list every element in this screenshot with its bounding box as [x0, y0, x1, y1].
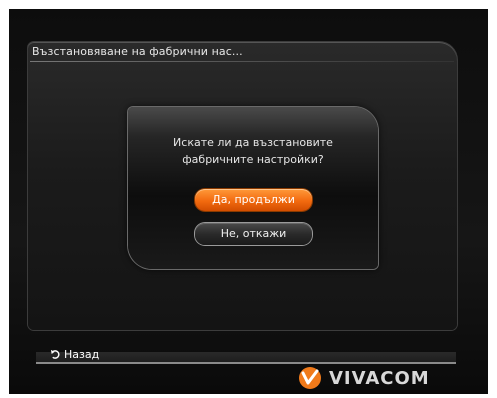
dialog-message-line2: фабричните настройки?: [182, 153, 324, 166]
brand-name: VIVACOM: [329, 367, 430, 389]
back-arrow-icon: [50, 349, 60, 359]
cancel-button[interactable]: Не, откажи: [195, 223, 312, 245]
vivacom-logo-icon: [299, 367, 321, 389]
confirm-button[interactable]: Да, продължи: [195, 189, 312, 211]
back-label: Назад: [64, 348, 100, 361]
dialog-message-line1: Искате ли да възстановите: [173, 136, 333, 149]
title-divider: [30, 61, 454, 62]
footer-divider: [36, 362, 456, 364]
brand-logo: VIVACOM: [297, 365, 457, 391]
panel-title: Възстановяване на фабрични нас...: [32, 45, 243, 58]
back-button[interactable]: Назад: [50, 348, 99, 361]
dialog-message: Искате ли да възстановите фабричните нас…: [128, 134, 378, 168]
